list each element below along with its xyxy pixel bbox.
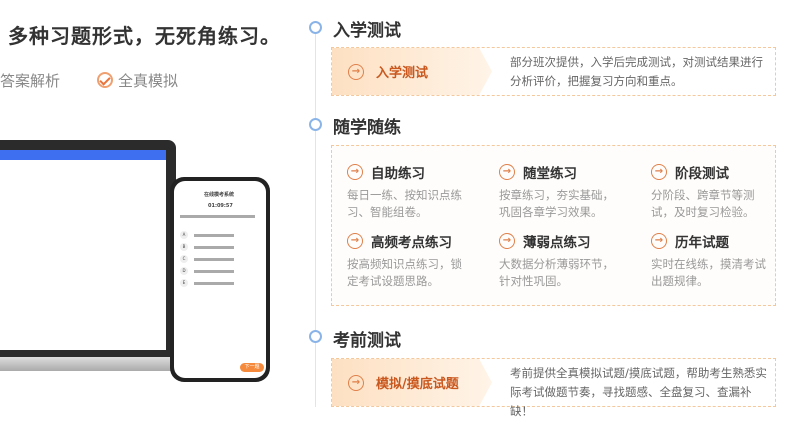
- feature-answer-analysis: 答案解析: [0, 72, 61, 90]
- arrow-right-icon: →: [499, 233, 515, 249]
- check-icon: [97, 72, 113, 88]
- item-desc: 分阶段、跨章节等测试，及时复习检验。: [651, 188, 755, 219]
- item-desc: 大数据分析薄弱环节，针对性巩固。: [499, 257, 614, 288]
- item-title: 随堂练习: [523, 166, 577, 182]
- option-c[interactable]: C: [180, 255, 188, 263]
- practice-item: → 阶段测试分阶段、跨章节等测试，及时复习检验。: [651, 162, 781, 221]
- option-d[interactable]: D: [180, 267, 188, 275]
- item-desc: 按高频知识点练习，锁定考试设题思路。: [347, 257, 462, 288]
- practice-card: → 自助练习每日一练、按知识点练习、智能组卷。 → 随堂练习按章练习，夯实基础，巩固…: [331, 145, 776, 306]
- section-heading: 考前测试: [333, 331, 401, 351]
- option-b[interactable]: B: [180, 243, 188, 251]
- laptop-base: [0, 357, 180, 371]
- item-desc: 按章练习，夯实基础，巩固各章学习效果。: [499, 188, 614, 219]
- arrow-right-icon: →: [651, 164, 667, 180]
- practice-item: → 随堂练习按章练习，夯实基础，巩固各章学习效果。: [499, 162, 651, 221]
- section-heading: 入学测试: [333, 21, 401, 41]
- item-desc: 每日一练、按知识点练习、智能组卷。: [347, 188, 462, 219]
- tag-label: 入学测试: [376, 66, 429, 81]
- arrow-right-icon: →: [499, 164, 515, 180]
- item-title: 薄弱点练习: [523, 235, 591, 251]
- phone-timer: 01:09:57: [208, 203, 233, 209]
- section-heading: 随学随练: [333, 118, 401, 138]
- timeline-dot: [309, 21, 322, 34]
- feature-full-simulation: 全真模拟: [118, 72, 179, 90]
- practice-item: → 自助练习每日一练、按知识点练习、智能组卷。: [347, 162, 499, 221]
- pre-exam-test-card: → 模拟/摸底试题 考前提供全真模拟试题/摸底试题，帮助考生熟悉实际考试做题节奏，…: [331, 358, 776, 418]
- laptop-screen: [0, 150, 166, 350]
- arrow-right-icon: →: [651, 233, 667, 249]
- phone-title: 在线模考系统: [204, 192, 235, 198]
- item-title: 自助练习: [371, 166, 425, 182]
- question-text: [180, 215, 255, 218]
- card-desc: 部分班次提供，入学后完成测试，对测试结果进行分析评价，把握复习方向和重点。: [510, 55, 763, 88]
- item-desc: 实时在线练，摸清考试出题规律。: [651, 257, 766, 288]
- option-a[interactable]: A: [180, 231, 188, 239]
- timeline-dot: [309, 330, 322, 343]
- arrow-right-icon: →: [347, 233, 363, 249]
- option-e[interactable]: E: [180, 279, 188, 287]
- arrow-right-icon: →: [348, 374, 364, 391]
- headline: 多种习题形式，无死角练习。: [8, 24, 281, 48]
- arrow-right-icon: →: [347, 164, 363, 180]
- card-desc: 考前提供全真模拟试题/摸底试题，帮助考生熟悉实际考试做题节奏，寻找题感、全盘复习…: [510, 366, 767, 418]
- phone-screen: 在线模考系统 01:09:57 A B C D E 下一题: [174, 181, 266, 378]
- item-title: 高频考点练习: [371, 235, 452, 251]
- practice-item: → 薄弱点练习大数据分析薄弱环节，针对性巩固。: [499, 231, 651, 290]
- item-title: 阶段测试: [675, 166, 729, 182]
- card-tag: → 入学测试: [332, 48, 492, 95]
- timeline-dot: [309, 118, 322, 131]
- timeline-line: [315, 27, 316, 407]
- card-tag: → 模拟/摸底试题: [332, 359, 492, 406]
- practice-item: → 高频考点练习按高频知识点练习，锁定考试设题思路。: [347, 231, 499, 290]
- next-question-button[interactable]: 下一题: [240, 363, 264, 372]
- practice-item: → 历年试题实时在线练，摸清考试出题规律。: [651, 231, 781, 290]
- laptop-screen-header: [0, 150, 166, 160]
- tag-label: 模拟/摸底试题: [376, 377, 459, 392]
- entrance-test-card: → 入学测试 部分班次提供，入学后完成测试，对测试结果进行分析评价，把握复习方向和…: [331, 47, 776, 96]
- item-title: 历年试题: [675, 235, 729, 251]
- arrow-right-icon: →: [348, 63, 364, 80]
